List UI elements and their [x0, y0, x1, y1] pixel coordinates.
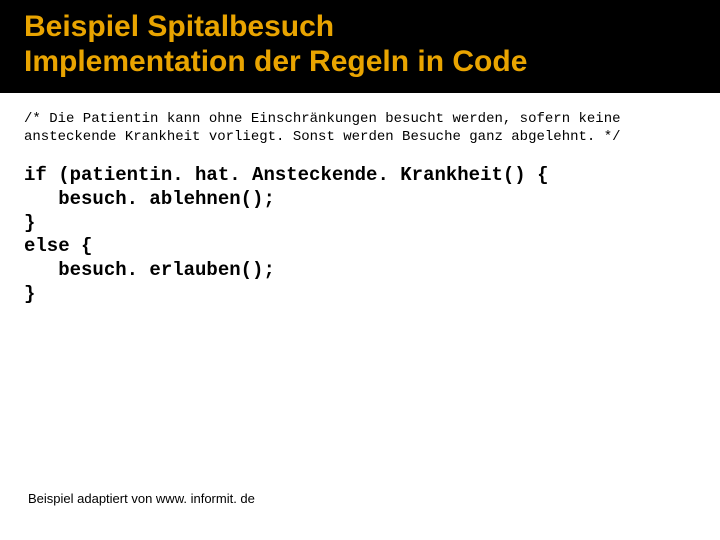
slide-header: Beispiel Spitalbesuch Implementation der…: [0, 0, 720, 93]
code-block: if (patientin. hat. Ansteckende. Krankhe…: [24, 164, 696, 307]
title-line-1: Beispiel Spitalbesuch: [24, 10, 696, 45]
slide-footer: Beispiel adaptiert von www. informit. de: [28, 491, 255, 506]
title-line-2: Implementation der Regeln in Code: [24, 45, 696, 80]
code-comment: /* Die Patientin kann ohne Einschränkung…: [24, 111, 696, 146]
slide-content: /* Die Patientin kann ohne Einschränkung…: [0, 93, 720, 307]
